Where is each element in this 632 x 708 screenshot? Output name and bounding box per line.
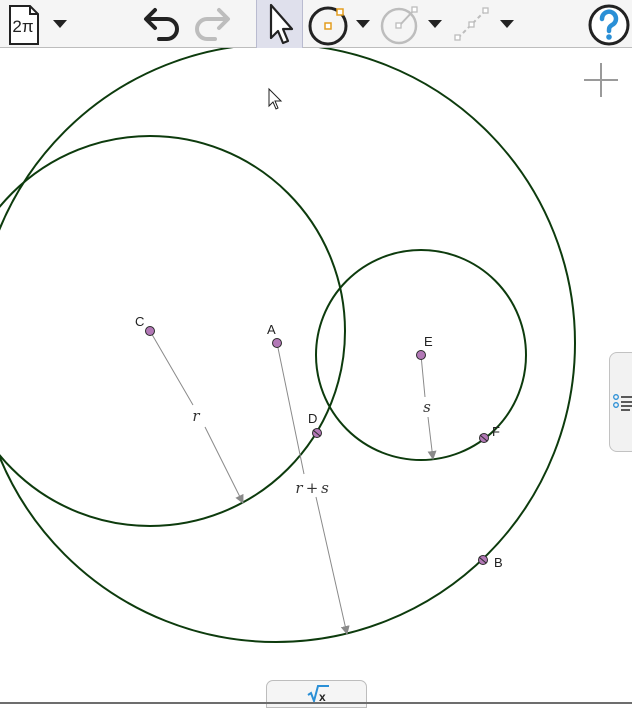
point-label-e: E (424, 334, 433, 349)
radius-label-sum-s: s (321, 479, 329, 497)
triangle-down-icon (500, 20, 514, 28)
construction-drawing: r s r + s C A E D F B (0, 48, 618, 704)
segment-tool-dropdown[interactable] (496, 0, 518, 48)
redo-icon (195, 8, 230, 41)
circle-c[interactable] (0, 135, 346, 527)
undo-icon (144, 8, 179, 41)
help-question-icon (588, 4, 630, 46)
point-label-a: A (267, 322, 276, 337)
point-c[interactable] (145, 326, 155, 336)
file-menu-dropdown[interactable] (48, 0, 72, 48)
circle-with-center-icon (308, 6, 348, 46)
undo-button[interactable] (142, 0, 184, 48)
help-button[interactable] (586, 0, 632, 48)
compass-tool-button[interactable] (378, 0, 422, 48)
file-button[interactable]: 2π (3, 0, 45, 48)
mouse-cursor-icon (268, 87, 283, 110)
file-icon-text: 2π (12, 17, 33, 36)
circle-tool-button[interactable] (305, 0, 351, 48)
segment-tool-button[interactable] (452, 0, 492, 48)
triangle-down-icon (356, 20, 370, 28)
radius-label-s: s (423, 398, 431, 416)
toolbar: 2π (0, 0, 632, 48)
point-label-f: F (492, 424, 500, 439)
radius-label-sum-r: r (295, 479, 303, 497)
geometry-canvas[interactable]: r s r + s C A E D F B (0, 48, 632, 704)
point-e[interactable] (416, 350, 426, 360)
dashed-segment-icon (454, 7, 489, 41)
compass-tool-dropdown[interactable] (424, 0, 446, 48)
document-2pi-icon: 2π (9, 5, 39, 45)
point-label-c: C (135, 314, 144, 329)
radius-label-plus: + (306, 479, 319, 497)
point-label-d: D (308, 411, 317, 426)
sqrt-x-keyboard-icon: x (307, 685, 329, 704)
arrow-pointer-icon (269, 3, 293, 45)
point-label-b: B (494, 555, 503, 570)
compass-circle-icon (380, 6, 418, 45)
zoom-plus-icon[interactable] (584, 63, 618, 97)
algebra-view-toggle[interactable] (609, 352, 632, 452)
point-a[interactable] (272, 338, 282, 348)
triangle-down-icon (53, 20, 67, 28)
radius-label-r: r (192, 407, 200, 425)
circle-big[interactable] (0, 48, 576, 643)
redo-button[interactable] (190, 0, 232, 48)
circle-tool-dropdown[interactable] (352, 0, 374, 48)
list-menu-icon (613, 394, 632, 411)
move-tool-button[interactable] (256, 0, 303, 48)
triangle-down-icon (428, 20, 442, 28)
